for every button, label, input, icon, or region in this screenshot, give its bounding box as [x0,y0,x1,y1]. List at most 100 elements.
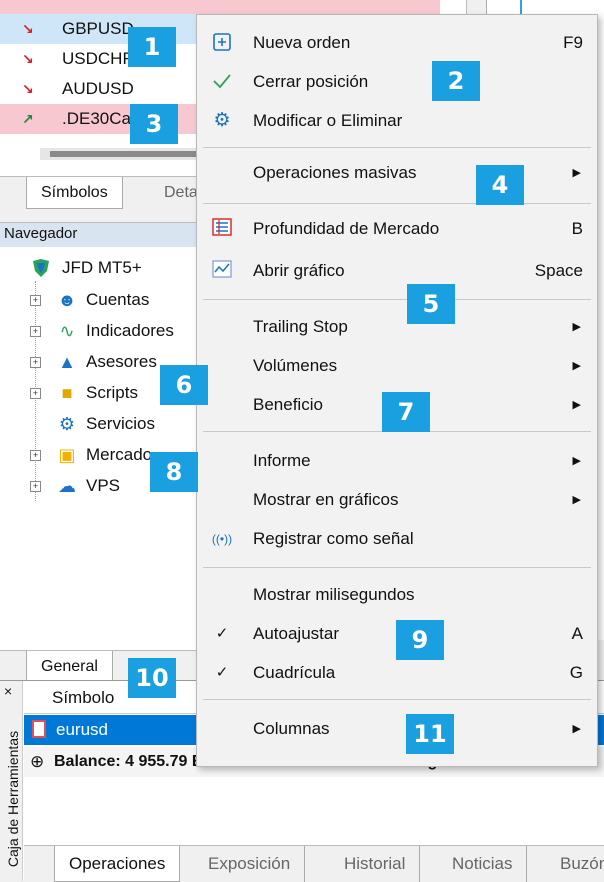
callout-4: 4 [476,165,524,205]
menu-item-label: Profundidad de Mercado [253,219,440,238]
menu-item-label: Modificar o Eliminar [253,111,403,130]
callout-3: 3 [130,104,178,144]
navigator-item-label: Indicadores [86,321,174,340]
menu-item-label: Mostrar milisegundos [253,585,415,604]
scrollbar-thumb[interactable] [50,151,210,157]
expand-circle-icon[interactable]: ⊕ [30,752,44,772]
menu-item-report[interactable]: Informe ▶ [197,443,597,479]
menu-item-columns[interactable]: Columnas ▶ [197,711,597,747]
menu-separator [203,147,591,148]
menu-item-trailing-stop[interactable]: Trailing Stop ▶ [197,309,597,345]
menu-item-register-signal[interactable]: ((•)) Registrar como señal [197,521,597,557]
menu-item-label: Informe [253,451,311,470]
modify-gear-icon: ⚙ [213,110,231,131]
down-arrow-icon: ↘ [22,21,34,37]
position-file-icon [32,720,46,738]
submenu-arrow-icon: ▶ [572,167,581,179]
up-arrow-icon: ↗ [22,111,34,127]
menu-item-label: Columnas [253,719,330,738]
menu-item-bulk-operations[interactable]: Operaciones masivas ▶ [197,155,597,191]
tab-exposicion[interactable]: Exposición [194,846,306,882]
tab-buzon[interactable]: Buzón [546,846,604,882]
root-label: JFD MT5+ [62,258,142,277]
menu-item-modify[interactable]: ⚙ Modificar o Eliminar [197,103,597,139]
toolbox-close-icon[interactable]: × [4,683,12,699]
menu-item-label: Registrar como señal [253,529,414,548]
expand-icon[interactable]: + [30,295,41,306]
depth-of-market-icon [211,218,233,240]
submenu-arrow-icon: ▶ [572,321,581,333]
menu-item-label: Volúmenes [253,356,338,375]
expand-icon[interactable]: + [30,357,41,368]
callout-10: 10 [128,658,176,698]
menu-item-show-milliseconds[interactable]: Mostrar milisegundos [197,577,597,613]
menu-item-grid[interactable]: ✓ Cuadrícula G [197,655,597,691]
submenu-arrow-icon: ▶ [572,360,581,372]
tab-historial[interactable]: Historial [330,846,421,882]
services-icon: ⚙ [58,414,76,434]
navigator-item-label: Cuentas [86,290,150,309]
navigator-item-label: Asesores [86,352,157,371]
indicators-icon: ∿ [59,321,75,341]
advisors-icon: ▲ [58,352,76,372]
expand-icon[interactable]: + [30,326,41,337]
expand-icon[interactable]: + [30,388,41,399]
symbol-name: GBPUSD [62,19,134,38]
submenu-arrow-icon: ▶ [572,399,581,411]
accounts-icon: ☻ [57,290,77,310]
signal-icon: ((•)) [211,532,233,546]
tab-general[interactable]: General [26,651,113,683]
menu-item-shortcut: B [571,219,583,238]
navigator-item-label: Servicios [86,414,155,433]
callout-5: 5 [407,284,455,324]
submenu-arrow-icon: ▶ [572,494,581,506]
tab-symbols[interactable]: Símbolos [26,177,123,209]
toolbox-side-strip: × Caja de Herramientas [0,681,23,881]
menu-item-open-chart[interactable]: Abrir gráfico Space [197,253,597,289]
menu-separator [203,203,591,204]
jfd-logo-icon [30,257,52,279]
menu-item-new-order[interactable]: Nueva orden F9 [197,25,597,61]
menu-item-label: Operaciones masivas [253,163,417,182]
scripts-icon: ■ [61,383,73,403]
menu-item-shortcut: F9 [563,33,583,52]
callout-1: 1 [128,27,176,67]
row-symbol: eurusd [56,720,108,739]
column-header-symbol: Símbolo [52,688,115,707]
menu-item-label: Abrir gráfico [253,261,345,280]
navigator-item-label: Scripts [86,383,138,402]
menu-item-label: Cuadrícula [253,663,336,682]
symbol-name: AUDUSD [62,79,134,98]
callout-8: 8 [150,452,198,492]
expand-icon[interactable]: + [30,481,41,492]
expand-icon[interactable]: + [30,450,41,461]
checkmark-icon: ✓ [215,625,229,642]
submenu-arrow-icon: ▶ [572,723,581,735]
checkmark-icon: ✓ [215,664,229,681]
menu-item-depth-of-market[interactable]: Profundidad de Mercado B [197,211,597,247]
vps-icon: ☁ [58,476,76,496]
menu-item-label: Autoajustar [253,624,339,643]
menu-item-show-on-charts[interactable]: Mostrar en gráficos ▶ [197,482,597,518]
callout-7: 7 [382,392,430,432]
menu-item-shortcut: G [569,663,583,682]
menu-item-close-position[interactable]: Cerrar posición [197,64,597,100]
menu-separator [203,299,591,300]
menu-item-label: Nueva orden [253,33,351,52]
tab-noticias[interactable]: Noticias [438,846,528,882]
close-position-icon [211,71,233,93]
menu-item-volumes[interactable]: Volúmenes ▶ [197,348,597,384]
menu-item-label: Beneficio [253,395,323,414]
submenu-arrow-icon: ▶ [572,455,581,467]
symbol-name: USDCHF [62,49,133,68]
new-order-icon [211,32,233,54]
callout-9: 9 [396,620,444,660]
market-watch-top-strip [0,0,440,14]
market-icon: ▣ [58,445,76,465]
menu-separator [203,567,591,568]
toolbox-vertical-title: Caja de Herramientas [5,730,21,868]
navigator-item-label: Mercado [86,445,153,464]
tab-operaciones[interactable]: Operaciones [54,846,181,882]
down-arrow-icon: ↘ [22,51,34,67]
menu-separator [203,699,591,700]
